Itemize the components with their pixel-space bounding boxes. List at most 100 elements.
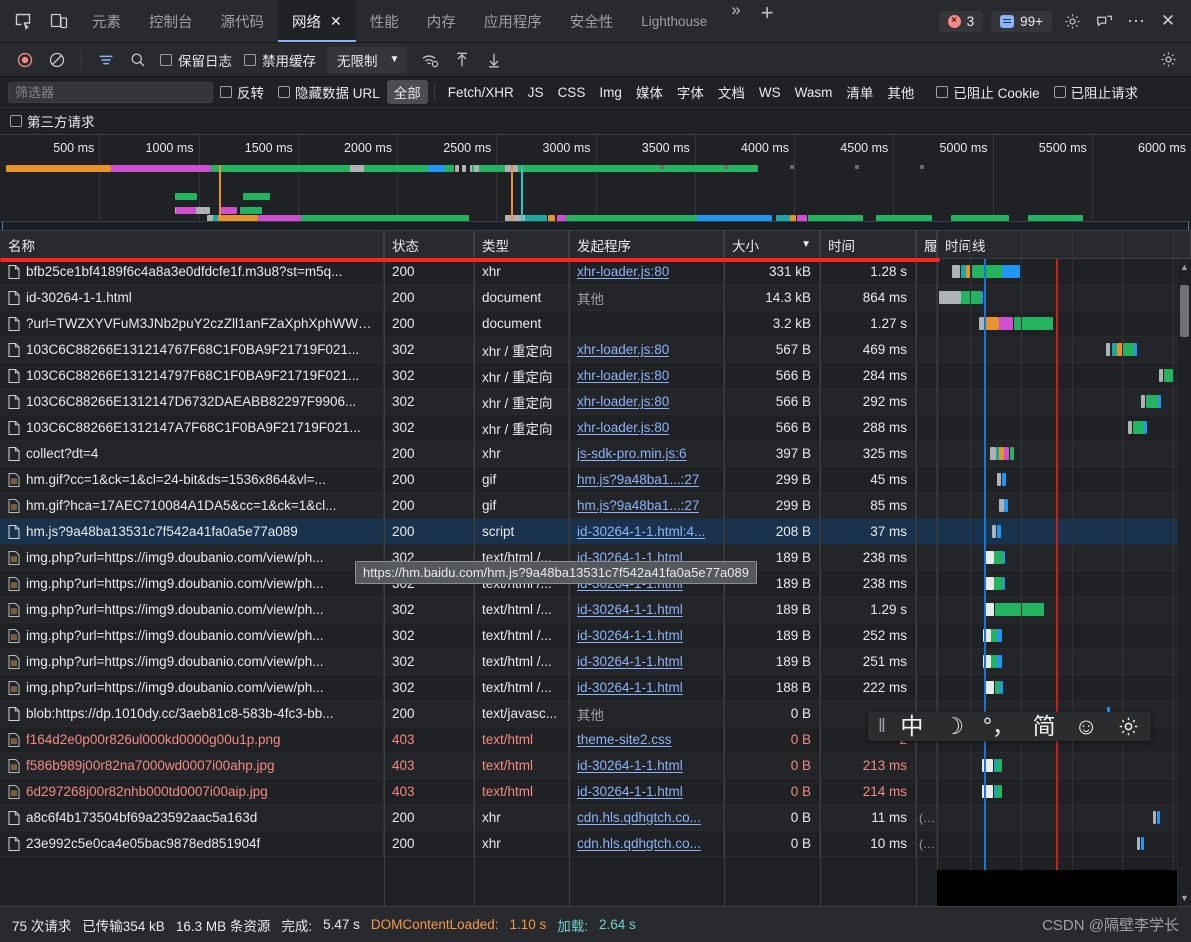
ime-moon-icon[interactable]: ☽ (941, 715, 967, 738)
ime-toolbar[interactable]: ‖ 中 ☽ °， 简 ☺ (868, 712, 1152, 741)
tab-network[interactable]: 网络 ✕ (278, 0, 356, 42)
type-filter-js[interactable]: JS (521, 83, 551, 102)
column-header-1[interactable]: 状态 (384, 231, 474, 258)
type-filter-manifest[interactable]: 清单 (839, 80, 880, 104)
error-counter[interactable]: 3 (938, 10, 984, 32)
table-row[interactable]: img.php?url=https://img9.doubanio.com/vi… (0, 675, 1191, 701)
initiator-link[interactable]: id-30264-1-1.html (577, 628, 683, 643)
table-row[interactable]: id-30264-1-1.html 200 document 其他 14.3 kB 864… (0, 285, 1191, 311)
column-header-2[interactable]: 类型 (474, 231, 569, 258)
clear-button[interactable] (42, 46, 72, 74)
type-filter-wasm[interactable]: Wasm (788, 83, 840, 102)
blocked-cookies-checkbox[interactable]: 已阻止 Cookie (929, 82, 1046, 102)
column-header-4[interactable]: 大小 ▼ (724, 231, 820, 258)
type-filter-img[interactable]: Img (592, 83, 629, 102)
table-row[interactable]: f586b989j00r82na7000wd0007i00ahp.jpg 403 t… (0, 753, 1191, 779)
cell-name[interactable]: blob:https://dp.1010dy.cc/3aeb81c8-583b-… (0, 701, 384, 726)
initiator-link[interactable]: cdn.hls.qdhgtch.co... (577, 836, 701, 851)
tab-lighthouse[interactable]: Lighthouse (627, 0, 721, 42)
table-row[interactable]: hm.gif?hca=17AEC710084A1DA5&cc=1&ck=1&cl… (0, 493, 1191, 519)
third-party-checkbox[interactable]: 第三方请求 (10, 111, 102, 131)
type-filter-other[interactable]: 其他 (880, 80, 921, 104)
initiator-link[interactable]: cdn.hls.qdhgtch.co... (577, 810, 701, 825)
cell-name[interactable]: f586b989j00r82na7000wd0007i00ahp.jpg (0, 753, 384, 778)
type-filter-doc[interactable]: 文档 (711, 80, 752, 104)
tab-console[interactable]: 控制台 (135, 0, 207, 42)
initiator-link[interactable]: xhr-loader.js:80 (577, 394, 669, 409)
ime-punctuation-icon[interactable]: °， (983, 715, 1015, 738)
cell-name[interactable]: f164d2e0p00r826ul000kd0000g00u1p.png (0, 727, 384, 752)
cell-name[interactable]: img.php?url=https://img9.doubanio.com/vi… (0, 571, 384, 596)
record-button[interactable] (10, 46, 40, 74)
table-row[interactable]: img.php?url=https://img9.doubanio.com/vi… (0, 623, 1191, 649)
ime-language-toggle[interactable]: 中 (899, 715, 925, 738)
more-tabs-icon[interactable]: » (721, 0, 750, 42)
cell-name[interactable]: img.php?url=https://img9.doubanio.com/vi… (0, 649, 384, 674)
inspect-element-icon[interactable] (10, 8, 36, 34)
cell-name[interactable]: 103C6C88266E1312147A7F68C1F0BA9F21719F02… (0, 415, 384, 440)
feedback-icon[interactable] (1089, 6, 1119, 36)
type-filter-media[interactable]: 媒体 (629, 80, 670, 104)
cell-name[interactable]: hm.gif?hca=17AEC710084A1DA5&cc=1&ck=1&cl… (0, 493, 384, 518)
device-toolbar-icon[interactable] (46, 8, 72, 34)
cell-name[interactable]: img.php?url=https://img9.doubanio.com/vi… (0, 675, 384, 700)
table-row[interactable]: 103C6C88266E1312147D6732DAEABB82297F9906… (0, 389, 1191, 415)
cell-name[interactable]: a8c6f4b173504bf69a23592aac5a163d (0, 805, 384, 830)
initiator-link[interactable]: hm.js?9a48ba1...:27 (577, 498, 699, 513)
column-header-3[interactable]: 发起程序 (569, 231, 724, 258)
table-row[interactable]: collect?dt=4 200 xhr js-sdk-pro.min.js:6 397… (0, 441, 1191, 467)
export-har-icon[interactable] (479, 46, 509, 74)
cell-name[interactable]: 103C6C88266E131214767F68C1F0BA9F21719F02… (0, 337, 384, 362)
table-row[interactable]: bfb25ce1bf4189f6c4a8a3e0dfdcfe1f.m3u8?st… (0, 259, 1191, 285)
overview-scrollbar[interactable] (0, 221, 1191, 230)
cell-name[interactable]: 103C6C88266E1312147D6732DAEABB82297F9906… (0, 389, 384, 414)
settings-gear-icon[interactable] (1057, 6, 1087, 36)
table-scrollbar[interactable]: ▲ ▼ (1177, 259, 1191, 906)
search-icon[interactable] (123, 46, 153, 74)
network-overview[interactable]: 500 ms 1000 ms 1500 ms 2000 ms 2500 ms 3000 m… (0, 135, 1191, 231)
type-filter-font[interactable]: 字体 (670, 80, 711, 104)
initiator-link[interactable]: xhr-loader.js:80 (577, 264, 669, 279)
table-row[interactable]: 103C6C88266E131214797F68C1F0BA9F21719F02… (0, 363, 1191, 389)
tab-elements[interactable]: 元素 (78, 0, 135, 42)
throttling-dropdown[interactable]: 无限制 ▼ (327, 46, 408, 73)
table-row[interactable]: 103C6C88266E131214767F68C1F0BA9F21719F02… (0, 337, 1191, 363)
initiator-link[interactable]: xhr-loader.js:80 (577, 368, 669, 383)
tab-memory[interactable]: 内存 (413, 0, 470, 42)
cell-name[interactable]: 23e992c5e0ca4e05bac9878ed851904f (0, 831, 384, 856)
close-devtools-icon[interactable]: ✕ (1153, 6, 1183, 36)
table-row[interactable]: hm.gif?cc=1&ck=1&cl=24-bit&ds=1536x864&v… (0, 467, 1191, 493)
type-filter-ws[interactable]: WS (752, 83, 788, 102)
initiator-link[interactable]: js-sdk-pro.min.js:6 (577, 446, 687, 461)
table-row[interactable]: 103C6C88266E1312147A7F68C1F0BA9F21719F02… (0, 415, 1191, 441)
initiator-link[interactable]: id-30264-1-1.html (577, 654, 683, 669)
tab-application[interactable]: 应用程序 (470, 0, 556, 42)
initiator-link[interactable]: id-30264-1-1.html (577, 602, 683, 617)
cell-name[interactable]: collect?dt=4 (0, 441, 384, 466)
cell-name[interactable]: hm.js?9a48ba13531c7f542a41fa0a5e77a089 (0, 519, 384, 544)
initiator-link[interactable]: xhr-loader.js:80 (577, 420, 669, 435)
filter-icon[interactable] (91, 46, 121, 74)
cell-name[interactable]: ?url=TWZXYVFuM3JNb2puY2czZll1anFZaXphXph… (0, 311, 384, 336)
column-header-0[interactable]: 名称 (0, 231, 384, 258)
column-header-7[interactable]: 时间线 (937, 231, 1191, 258)
table-row[interactable]: a8c6f4b173504bf69a23592aac5a163d 200 xhr cd… (0, 805, 1191, 831)
cell-name[interactable]: img.php?url=https://img9.doubanio.com/vi… (0, 545, 384, 570)
scroll-down-icon[interactable]: ▼ (1178, 890, 1191, 906)
import-har-icon[interactable] (447, 46, 477, 74)
hide-data-urls-checkbox[interactable]: 隐藏数据 URL (271, 82, 387, 102)
initiator-link[interactable]: id-30264-1-1.html (577, 758, 683, 773)
type-filter-fetchxhr[interactable]: Fetch/XHR (441, 83, 521, 102)
filter-input[interactable] (8, 81, 213, 103)
table-row[interactable]: 23e992c5e0ca4e05bac9878ed851904f 200 xhr cd… (0, 831, 1191, 857)
add-tab-icon[interactable]: + (751, 0, 784, 42)
invert-checkbox[interactable]: 反转 (213, 82, 271, 102)
initiator-link[interactable]: id-30264-1-1.html (577, 680, 683, 695)
cell-name[interactable]: 103C6C88266E131214797F68C1F0BA9F21719F02… (0, 363, 384, 388)
network-settings-gear-icon[interactable] (1153, 46, 1183, 74)
network-conditions-icon[interactable] (415, 46, 445, 74)
scrollbar-thumb[interactable] (1180, 285, 1189, 337)
initiator-link[interactable]: hm.js?9a48ba1...:27 (577, 472, 699, 487)
initiator-link[interactable]: id-30264-1-1.html:4... (577, 524, 705, 539)
table-row[interactable]: 6d297268j00r82nhb000td0007i00aip.jpg 403 t… (0, 779, 1191, 805)
